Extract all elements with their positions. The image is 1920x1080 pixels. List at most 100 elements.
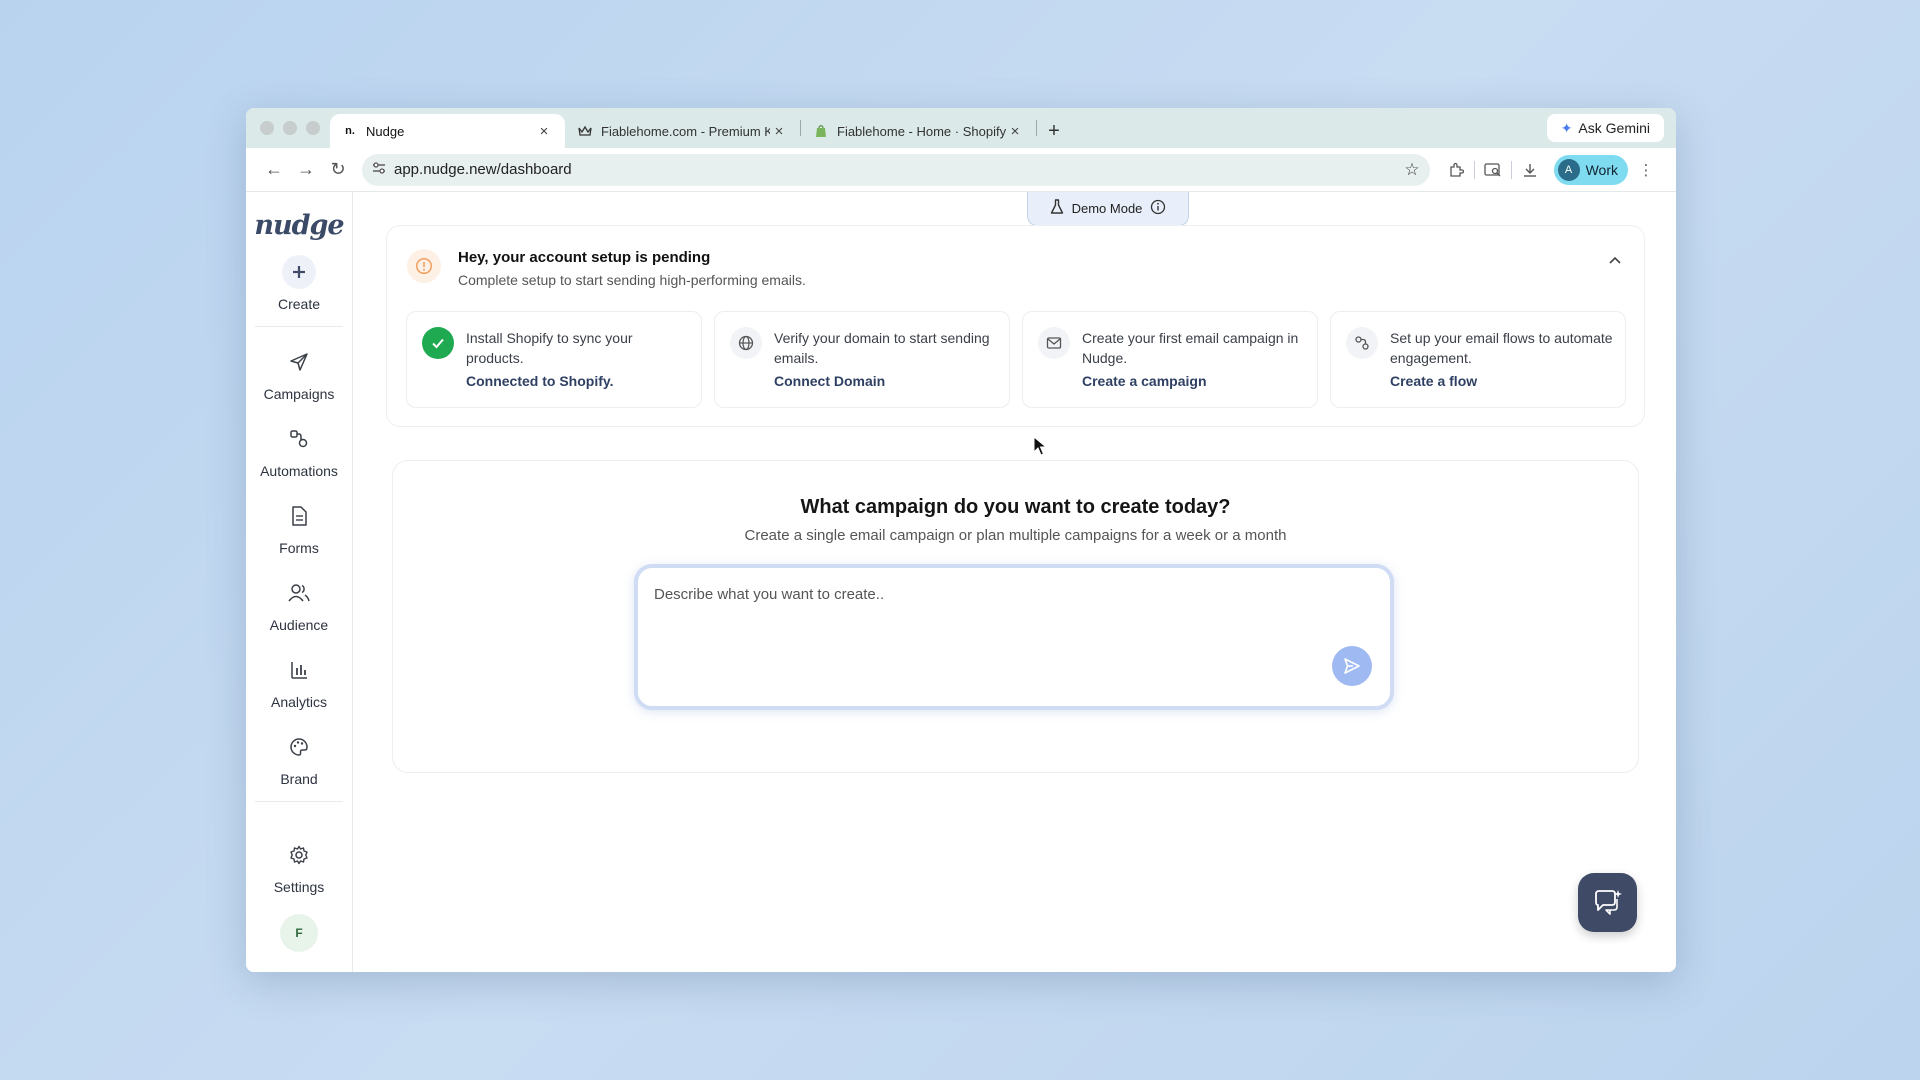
send-button[interactable] bbox=[1332, 646, 1372, 686]
campaign-prompt-input[interactable] bbox=[654, 586, 1354, 646]
send-icon bbox=[1344, 658, 1360, 674]
setup-card-text: Verify your domain to start sending emai… bbox=[774, 330, 990, 366]
setup-card-campaign: Create your first email campaign in Nudg… bbox=[1022, 311, 1318, 408]
document-icon bbox=[282, 499, 316, 533]
nav-forms[interactable]: Forms bbox=[279, 499, 319, 556]
profile-label: Work bbox=[1585, 161, 1618, 178]
nav-analytics-label: Analytics bbox=[270, 694, 328, 710]
reload-icon[interactable]: ↻ bbox=[322, 154, 354, 186]
tab-nudge[interactable]: n. Nudge × bbox=[330, 114, 565, 148]
ask-gemini-label: Ask Gemini bbox=[1578, 120, 1650, 136]
maximize-window-button[interactable] bbox=[306, 121, 320, 135]
setup-panel: Hey, your account setup is pending Compl… bbox=[386, 225, 1645, 427]
nav-automations[interactable]: Automations bbox=[260, 422, 338, 479]
close-tab-icon[interactable]: × bbox=[535, 123, 553, 140]
profile-chip[interactable]: A Work bbox=[1553, 154, 1628, 185]
campaign-composer bbox=[634, 564, 1394, 710]
setup-card-shopify: Install Shopify to sync your products. C… bbox=[406, 311, 702, 408]
sidebar-divider bbox=[255, 326, 343, 327]
nav-forms-label: Forms bbox=[279, 540, 319, 556]
mail-icon bbox=[1038, 327, 1070, 359]
nav-audience[interactable]: Audience bbox=[270, 576, 328, 633]
shopify-icon bbox=[813, 123, 829, 139]
tab-strip: n. Nudge × Fiablehome.com - Premium K × … bbox=[246, 108, 1676, 148]
nudge-favicon-icon: n. bbox=[345, 125, 355, 137]
tab-title: Nudge bbox=[366, 123, 405, 139]
close-tab-icon[interactable]: × bbox=[1006, 123, 1024, 140]
app-root: nudge Create Campaigns Automations Forms… bbox=[246, 192, 1676, 972]
close-tab-icon[interactable]: × bbox=[770, 123, 788, 140]
nav-automations-label: Automations bbox=[260, 463, 338, 479]
setup-cards: Install Shopify to sync your products. C… bbox=[406, 311, 1626, 408]
tab-title: Fiablehome.com - Premium K bbox=[601, 123, 770, 139]
send-icon bbox=[282, 345, 316, 379]
url-text: app.nudge.new/dashboard bbox=[394, 161, 572, 178]
palette-icon bbox=[282, 730, 316, 764]
new-tab-icon[interactable]: + bbox=[1037, 114, 1071, 148]
chat-support-button[interactable] bbox=[1578, 873, 1637, 932]
users-icon bbox=[282, 576, 316, 610]
warning-icon bbox=[407, 249, 441, 283]
setup-card-link[interactable]: Create a flow bbox=[1390, 373, 1477, 389]
setup-card-link[interactable]: Create a campaign bbox=[1082, 373, 1207, 389]
info-icon[interactable] bbox=[1150, 199, 1166, 218]
browser-window: n. Nudge × Fiablehome.com - Premium K × … bbox=[246, 108, 1676, 972]
minimize-window-button[interactable] bbox=[283, 121, 297, 135]
browser-toolbar: ← → ↻ app.nudge.new/dashboard ☆ A Work ⋮ bbox=[246, 148, 1676, 192]
nav-campaigns-label: Campaigns bbox=[263, 386, 335, 402]
demo-mode-label: Demo Mode bbox=[1071, 201, 1143, 216]
nav-create[interactable]: Create bbox=[278, 255, 320, 312]
sparkle-icon: ✦ bbox=[1560, 119, 1573, 136]
workflow-icon bbox=[1346, 327, 1378, 359]
nudge-logo: nudge bbox=[254, 210, 344, 241]
sidebar-divider bbox=[255, 801, 343, 802]
setup-card-link[interactable]: Connected to Shopify. bbox=[466, 373, 614, 389]
tab-fiablehome[interactable]: Fiablehome.com - Premium K × bbox=[565, 114, 800, 148]
nav-settings-label: Settings bbox=[273, 879, 325, 895]
nav-brand-label: Brand bbox=[280, 771, 318, 787]
campaign-creator: What campaign do you want to create toda… bbox=[392, 460, 1639, 773]
setup-card-link[interactable]: Connect Domain bbox=[774, 373, 885, 389]
setup-subtitle: Complete setup to start sending high-per… bbox=[458, 272, 806, 288]
user-avatar[interactable]: F bbox=[280, 914, 318, 952]
forward-icon[interactable]: → bbox=[290, 154, 322, 186]
close-window-button[interactable] bbox=[260, 121, 274, 135]
setup-card-text: Install Shopify to sync your products. bbox=[466, 330, 633, 366]
setup-card-flow: Set up your email flows to automate enga… bbox=[1330, 311, 1626, 408]
nav-create-label: Create bbox=[277, 296, 321, 312]
campaign-subtitle: Create a single email campaign or plan m… bbox=[744, 527, 1287, 544]
flask-icon bbox=[1050, 199, 1064, 218]
mouse-cursor bbox=[1033, 435, 1048, 461]
profile-avatar: A bbox=[1557, 158, 1580, 181]
chevron-up-icon[interactable] bbox=[1608, 252, 1622, 270]
gear-icon bbox=[282, 838, 316, 872]
setup-card-domain: Verify your domain to start sending emai… bbox=[714, 311, 1010, 408]
extensions-icon[interactable] bbox=[1438, 154, 1474, 186]
nav-campaigns[interactable]: Campaigns bbox=[263, 345, 335, 402]
plus-icon bbox=[282, 255, 316, 289]
globe-icon bbox=[730, 327, 762, 359]
workflow-icon bbox=[282, 422, 316, 456]
main-content: Demo Mode Hey, your account setup is pen… bbox=[353, 192, 1676, 972]
site-settings-icon[interactable] bbox=[372, 162, 394, 177]
tab-title: Fiablehome - Home · Shopify bbox=[837, 123, 1006, 139]
nav-audience-label: Audience bbox=[269, 617, 329, 633]
demo-mode-badge[interactable]: Demo Mode bbox=[1027, 192, 1189, 226]
ask-gemini-button[interactable]: ✦ Ask Gemini bbox=[1546, 114, 1664, 142]
nav-analytics[interactable]: Analytics bbox=[271, 653, 327, 710]
nav-brand[interactable]: Brand bbox=[280, 730, 318, 787]
download-icon[interactable] bbox=[1512, 154, 1548, 186]
bookmark-star-icon[interactable]: ☆ bbox=[1404, 160, 1419, 180]
crown-icon bbox=[577, 123, 593, 139]
tab-search-icon[interactable] bbox=[1475, 154, 1511, 186]
sidebar: nudge Create Campaigns Automations Forms… bbox=[246, 192, 353, 972]
address-bar[interactable]: app.nudge.new/dashboard ☆ bbox=[362, 153, 1430, 186]
back-icon[interactable]: ← bbox=[258, 154, 290, 186]
campaign-title: What campaign do you want to create toda… bbox=[800, 496, 1231, 518]
chat-sparkle-icon bbox=[1594, 889, 1622, 915]
bar-chart-icon bbox=[282, 653, 316, 687]
nav-settings[interactable]: Settings bbox=[273, 838, 325, 895]
check-circle-icon bbox=[422, 327, 454, 359]
more-menu-icon[interactable]: ⋮ bbox=[1628, 154, 1664, 186]
tab-shopify[interactable]: Fiablehome - Home · Shopify × bbox=[801, 114, 1036, 148]
